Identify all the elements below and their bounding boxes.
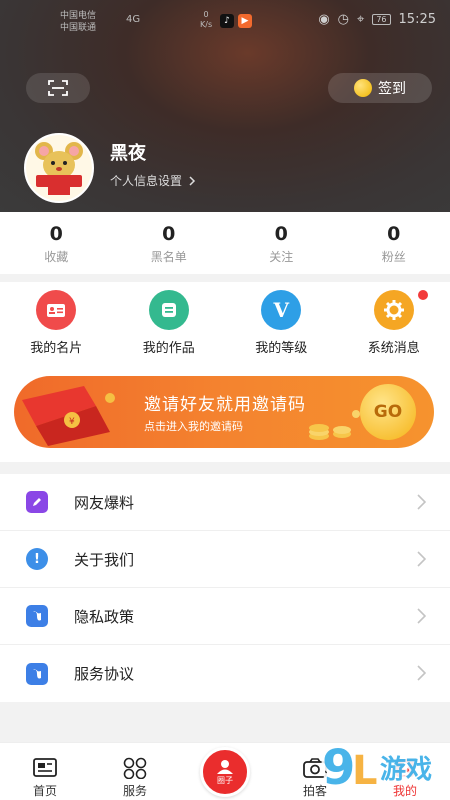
nav-circle[interactable]: 圈子 bbox=[180, 743, 270, 800]
stat-label: 收藏 bbox=[44, 250, 69, 264]
settings-menu: 网友爆料 ! 关于我们 隐私政策 服务协议 bbox=[0, 474, 450, 702]
avatar[interactable] bbox=[24, 133, 94, 203]
carrier-1: 中国电信 bbox=[60, 11, 97, 21]
eye-icon: ◉ bbox=[318, 12, 330, 27]
menu-item-privacy-policy[interactable]: 隐私政策 bbox=[0, 588, 450, 645]
network-speed: 0 K/s bbox=[200, 10, 212, 30]
coins-illustration bbox=[309, 410, 360, 440]
network-speed-unit: K/s bbox=[200, 20, 213, 29]
feature-grid: 我的名片 我的作品 V 我的等级 系统消息 bbox=[0, 282, 450, 362]
scan-button[interactable] bbox=[26, 73, 90, 103]
home-icon bbox=[33, 758, 57, 777]
chevron-right-icon bbox=[417, 494, 426, 510]
grid-item-system-messages[interactable]: 系统消息 bbox=[338, 282, 450, 362]
gear-icon bbox=[373, 290, 414, 330]
notification-dot bbox=[418, 290, 428, 300]
go-button[interactable]: GO bbox=[360, 384, 416, 440]
mouse-avatar-image bbox=[26, 135, 92, 201]
nav-label: 服务 bbox=[122, 784, 147, 798]
nav-label: 首页 bbox=[32, 784, 57, 798]
username: 黑夜 bbox=[110, 143, 146, 164]
stat-value: 0 bbox=[274, 223, 288, 245]
profile-settings-label: 个人信息设置 bbox=[110, 174, 183, 188]
chevron-right-icon bbox=[417, 665, 426, 681]
profile-settings-link[interactable]: 个人信息设置 bbox=[110, 172, 196, 189]
menu-label: 服务协议 bbox=[74, 665, 135, 683]
document-icon bbox=[26, 605, 48, 627]
stat-value: 0 bbox=[387, 223, 401, 245]
pencil-icon bbox=[26, 491, 48, 513]
network-speed-value: 0 bbox=[203, 10, 209, 19]
id-card-icon bbox=[36, 290, 77, 330]
grid-item-my-card[interactable]: 我的名片 bbox=[0, 282, 113, 362]
svg-text:¥: ¥ bbox=[69, 417, 75, 427]
stat-fans[interactable]: 0 粉丝 bbox=[338, 212, 450, 274]
video-app-icon: ▶ bbox=[238, 14, 252, 28]
banner-title: 邀请好友就用邀请码 bbox=[144, 395, 306, 415]
vip-level-icon: V bbox=[261, 290, 302, 330]
svg-text:游戏: 游戏 bbox=[380, 755, 432, 785]
svg-text:L: L bbox=[352, 748, 378, 794]
grid-icon bbox=[123, 757, 147, 779]
invite-banner-section: ¥ 邀请好友就用邀请码 点击进入我的邀请码 GO bbox=[0, 362, 450, 462]
menu-item-service-agreement[interactable]: 服务协议 bbox=[0, 645, 450, 702]
stat-blacklist[interactable]: 0 黑名单 bbox=[113, 212, 226, 274]
clock: 15:25 bbox=[398, 12, 436, 27]
grid-label: 我的作品 bbox=[142, 341, 195, 356]
menu-label: 网友爆料 bbox=[74, 493, 135, 512]
stat-following[interactable]: 0 关注 bbox=[225, 212, 338, 274]
stat-label: 粉丝 bbox=[381, 250, 406, 264]
stats-bar: 0 收藏 0 黑名单 0 关注 0 粉丝 bbox=[0, 212, 450, 274]
stat-label: 关注 bbox=[269, 250, 294, 264]
nav-home[interactable]: 首页 bbox=[0, 743, 90, 800]
stat-label: 黑名单 bbox=[150, 250, 187, 264]
grid-label: 系统消息 bbox=[367, 341, 420, 356]
scan-icon bbox=[48, 80, 68, 96]
alarm-icon: ◷ bbox=[337, 12, 350, 27]
profile-header: 中国电信 中国联通 4G 0 K/s ♪ ▶ ◉ ◷ ⌖ 76 15:25 签到 bbox=[0, 0, 450, 212]
stat-value: 0 bbox=[162, 223, 176, 245]
menu-item-user-reports[interactable]: 网友爆料 bbox=[0, 474, 450, 531]
works-icon bbox=[148, 290, 189, 330]
stat-value: 0 bbox=[49, 223, 63, 245]
carrier-2: 中国联通 bbox=[60, 23, 97, 33]
grid-label: 我的等级 bbox=[255, 341, 308, 356]
circle-label: 圈子 bbox=[217, 775, 233, 785]
vip-glyph: V bbox=[273, 298, 290, 322]
status-bar: 中国电信 中国联通 4G 0 K/s ♪ ▶ ◉ ◷ ⌖ 76 15:25 bbox=[0, 0, 450, 40]
menu-item-about-us[interactable]: ! 关于我们 bbox=[0, 531, 450, 588]
stat-favorites[interactable]: 0 收藏 bbox=[0, 212, 113, 274]
chevron-right-icon bbox=[189, 175, 196, 186]
people-icon bbox=[217, 759, 233, 774]
signal-indicator: 4G bbox=[126, 14, 141, 25]
menu-label: 隐私政策 bbox=[74, 607, 135, 626]
red-envelope-illustration: ¥ bbox=[22, 386, 115, 446]
grid-label: 我的名片 bbox=[30, 341, 83, 356]
chevron-right-icon bbox=[417, 608, 426, 624]
grid-item-my-works[interactable]: 我的作品 bbox=[113, 282, 226, 362]
circle-center-button[interactable]: 圈子 bbox=[200, 747, 250, 797]
svg-text:9: 9 bbox=[322, 740, 355, 796]
coin-icon bbox=[354, 79, 372, 97]
carrier-labels: 中国电信 中国联通 bbox=[60, 10, 96, 34]
location-icon: ⌖ bbox=[357, 12, 365, 27]
nav-services[interactable]: 服务 bbox=[90, 743, 180, 800]
tiktok-icon: ♪ bbox=[220, 14, 234, 28]
checkin-button[interactable]: 签到 bbox=[328, 73, 432, 103]
invite-banner[interactable]: ¥ 邀请好友就用邀请码 点击进入我的邀请码 GO bbox=[14, 376, 434, 448]
grid-item-my-level[interactable]: V 我的等级 bbox=[225, 282, 338, 362]
chevron-right-icon bbox=[417, 551, 426, 567]
status-right: ◉ ◷ ⌖ 76 15:25 bbox=[318, 12, 436, 27]
site-watermark-logo: 9 9 L 游戏 游戏 bbox=[319, 737, 434, 798]
menu-label: 关于我们 bbox=[74, 550, 135, 569]
banner-subtitle: 点击进入我的邀请码 bbox=[144, 420, 243, 433]
info-icon: ! bbox=[26, 548, 48, 570]
battery-icon: 76 bbox=[372, 14, 391, 25]
checkin-label: 签到 bbox=[378, 81, 406, 97]
document-icon bbox=[26, 662, 48, 685]
